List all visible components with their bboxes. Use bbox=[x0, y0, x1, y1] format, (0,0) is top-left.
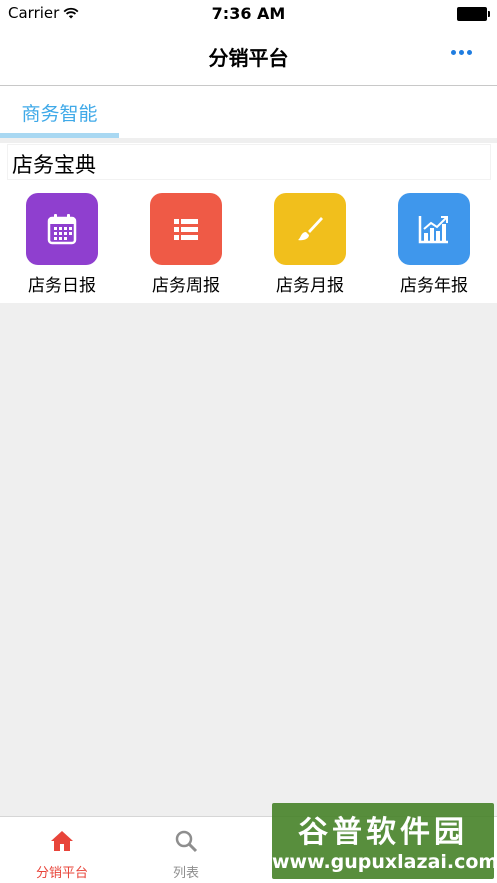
tabbar-item-distribution[interactable]: 分销平台 bbox=[0, 817, 124, 883]
status-bar: Carrier 7:36 AM bbox=[0, 0, 497, 28]
status-time: 7:36 AM bbox=[211, 4, 286, 23]
tab-business-intelligence[interactable]: 商务智能 bbox=[0, 86, 119, 138]
report-grid: 店务日报 店务周报 店务月报 店务年报 bbox=[0, 193, 497, 296]
search-icon bbox=[175, 830, 198, 853]
battery-icon bbox=[457, 7, 490, 21]
monthly-report-button[interactable]: 店务月报 bbox=[248, 193, 372, 296]
navigation-bar: 分销平台 bbox=[0, 28, 497, 86]
monthly-report-label: 店务月报 bbox=[276, 276, 344, 296]
store-handbook-section: 店务宝典 店务日报 店务周报 店务月报 店务年报 bbox=[0, 143, 497, 303]
yearly-report-button[interactable]: 店务年报 bbox=[372, 193, 496, 296]
daily-report-label: 店务日报 bbox=[28, 276, 96, 296]
tabbar-label: 分销平台 bbox=[35, 866, 88, 881]
list-icon bbox=[150, 193, 222, 265]
watermark-url: www.gupuxlazai.com bbox=[272, 851, 494, 873]
section-header: 店务宝典 bbox=[8, 145, 490, 179]
tabbar-label: 列表 bbox=[172, 866, 199, 881]
more-dots-icon[interactable] bbox=[451, 50, 472, 55]
segment-tabs: 商务智能 bbox=[0, 86, 497, 138]
watermark-text: 谷普软件园 bbox=[298, 815, 468, 850]
watermark: 谷普软件园 www.gupuxlazai.com bbox=[272, 803, 494, 879]
tab-active-indicator bbox=[0, 133, 119, 138]
calendar-icon bbox=[26, 193, 98, 265]
tab-label: 商务智能 bbox=[21, 103, 98, 125]
page-title: 分销平台 bbox=[208, 46, 289, 70]
weekly-report-button[interactable]: 店务周报 bbox=[124, 193, 248, 296]
daily-report-button[interactable]: 店务日报 bbox=[0, 193, 124, 296]
section-title: 店务宝典 bbox=[12, 153, 96, 177]
yearly-report-label: 店务年报 bbox=[400, 276, 468, 296]
weekly-report-label: 店务周报 bbox=[152, 276, 220, 296]
brush-icon bbox=[274, 193, 346, 265]
tabbar-item-list[interactable]: 列表 bbox=[124, 817, 248, 883]
chart-icon bbox=[398, 193, 470, 265]
home-icon bbox=[51, 831, 73, 851]
